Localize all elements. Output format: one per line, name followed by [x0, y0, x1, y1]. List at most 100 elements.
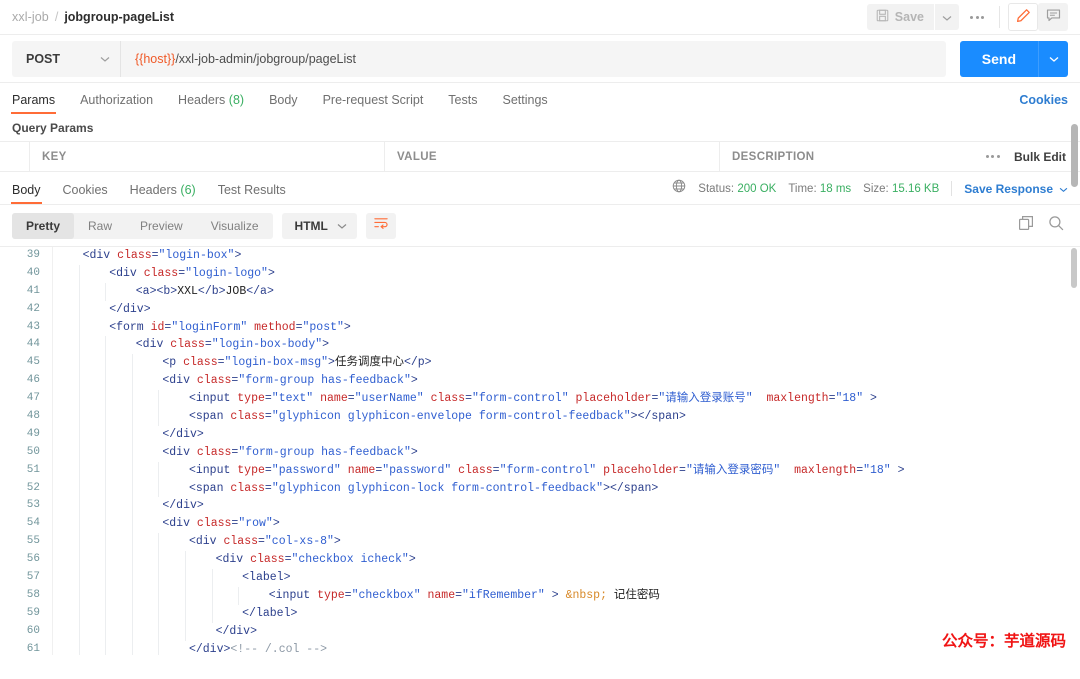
code-text: </div>: [162, 499, 204, 513]
code-text: <input type="checkbox" name="ifRemember"…: [268, 588, 660, 602]
line-number: 46: [26, 374, 40, 387]
tab-label: Test Results: [217, 183, 286, 197]
line-number: 42: [26, 302, 40, 315]
save-button[interactable]: Save: [866, 4, 934, 30]
globe-icon[interactable]: [672, 179, 686, 198]
url-variable-token: {{host}}: [135, 51, 176, 66]
tab-label: Body: [12, 183, 41, 197]
tab-tests[interactable]: Tests: [448, 93, 477, 114]
query-params-title: Query Params: [12, 120, 94, 135]
tab-headers[interactable]: Headers (8): [178, 93, 244, 114]
response-format-select[interactable]: HTML: [281, 212, 357, 239]
wrap-lines-button[interactable]: [365, 212, 396, 239]
time-label: Time:: [788, 182, 817, 195]
line-number: 43: [26, 320, 40, 333]
code-line: 48 <span class="glyphicon glyphicon-envel…: [0, 408, 1080, 426]
url-path-text: /xxl-job-admin/jobgroup/pageList: [175, 51, 356, 66]
response-tab-test-results[interactable]: Test Results: [218, 183, 286, 204]
code-text: <span class="glyphicon glyphicon-lock fo…: [188, 481, 659, 495]
indent-guides: [52, 318, 105, 337]
code-line: 57 <label>: [0, 569, 1080, 587]
breadcrumb-collection[interactable]: xxl-job: [12, 10, 49, 24]
page-vertical-scrollbar[interactable]: [1071, 124, 1078, 187]
request-url-input[interactable]: {{host}}/xxl-job-admin/jobgroup/pageList: [120, 40, 946, 77]
more-actions-button[interactable]: [963, 4, 991, 30]
indent-guides: [52, 515, 158, 534]
tab-authorization[interactable]: Authorization: [80, 93, 153, 114]
tab-params[interactable]: Params: [10, 93, 57, 114]
chevron-down-icon: [1059, 182, 1068, 196]
copy-icon[interactable]: [1018, 215, 1034, 236]
gutter-divider: [52, 247, 53, 655]
code-text: <div class="login-box">: [82, 249, 242, 262]
response-tab-cookies[interactable]: Cookies: [63, 183, 108, 204]
code-line: 39 <div class="login-box">: [0, 247, 1080, 265]
chevron-down-icon: [337, 219, 347, 233]
response-size: Size: 15.16 KB: [863, 183, 939, 195]
send-button[interactable]: Send: [959, 40, 1038, 77]
cookies-link[interactable]: Cookies: [1019, 93, 1068, 114]
code-vertical-scrollbar[interactable]: [1071, 248, 1077, 288]
save-response-button[interactable]: Save Response: [964, 182, 1068, 196]
line-number: 52: [26, 481, 40, 494]
response-tab-headers[interactable]: Headers (6): [130, 183, 196, 204]
code-line: 60 </div>: [0, 622, 1080, 641]
view-raw-button[interactable]: Raw: [74, 213, 126, 239]
code-text: <div class="col-xs-8">: [188, 535, 341, 549]
indent-guides: [52, 247, 79, 265]
tab-label: Authorization: [80, 93, 154, 107]
tab-body[interactable]: Body: [269, 93, 298, 114]
http-method-select[interactable]: POST: [12, 40, 120, 77]
save-icon: [876, 9, 889, 25]
response-format-label: HTML: [294, 218, 328, 233]
line-number: 39: [26, 249, 40, 261]
indent-guides: [52, 443, 158, 462]
line-number: 41: [26, 284, 40, 297]
comment-button[interactable]: [1038, 3, 1068, 31]
view-pretty-button[interactable]: Pretty: [12, 212, 75, 239]
tab-settings[interactable]: Settings: [502, 93, 547, 114]
response-code: 39 <div class="login-box"> 40 <div class="l…: [0, 247, 1080, 655]
send-options-button[interactable]: [1038, 40, 1068, 77]
indent-guides: [52, 622, 212, 641]
line-number: 45: [26, 356, 40, 369]
response-body-viewer[interactable]: 39 <div class="login-box"> 40 <div class="l…: [0, 246, 1080, 655]
response-tab-body[interactable]: Body: [11, 183, 41, 204]
view-preview-button[interactable]: Preview: [126, 213, 197, 239]
code-text: <a><b>XXL</b>JOB</a>: [135, 284, 274, 298]
status-label: Status:: [698, 182, 735, 195]
size-label: Size:: [863, 182, 889, 195]
code-text: <div class="login-logo">: [109, 266, 275, 280]
query-params-checkbox-gutter: [0, 142, 30, 171]
meta-divider: [951, 181, 953, 196]
code-line: 61 </div><!-- /.col -->: [0, 640, 1080, 655]
response-view-switcher: Pretty Raw Preview Visualize: [12, 212, 273, 239]
line-number: 61: [26, 642, 40, 655]
code-line: 49 </div>: [0, 425, 1080, 444]
save-dropdown-button[interactable]: [935, 4, 959, 30]
edit-button[interactable]: [1008, 3, 1038, 31]
line-number: 44: [26, 338, 40, 351]
bulk-edit-button[interactable]: Bulk Edit: [1014, 150, 1066, 164]
breadcrumb-current[interactable]: jobgroup-pageList: [64, 10, 174, 24]
code-line: 54 <div class="row">: [0, 515, 1080, 534]
indent-guides: [52, 264, 105, 283]
code-line: 41 <a><b>XXL</b>JOB</a>: [0, 282, 1080, 301]
code-text: <input type="text" name="userName" class…: [188, 392, 877, 406]
tab-label: Pre-request Script: [322, 93, 424, 107]
response-toolbar-right: [1018, 215, 1068, 236]
code-line: 45 <p class="login-box-msg">任务调度中心</p>: [0, 354, 1080, 373]
query-params-more-icon[interactable]: [985, 155, 1000, 158]
tab-label: Tests: [448, 93, 478, 107]
indent-guides: [52, 336, 132, 355]
tab-pre-request-script[interactable]: Pre-request Script: [323, 93, 424, 114]
line-number: 47: [26, 392, 40, 405]
view-visualize-button[interactable]: Visualize: [197, 213, 273, 239]
code-text: <label>: [242, 571, 291, 585]
column-header-key: KEY: [30, 142, 385, 171]
code-text: <div class="row">: [162, 517, 280, 531]
status-code: Status: 200 OK: [698, 183, 776, 195]
time-value: 18 ms: [819, 182, 852, 195]
search-icon[interactable]: [1048, 215, 1064, 236]
line-number: 55: [26, 535, 40, 548]
